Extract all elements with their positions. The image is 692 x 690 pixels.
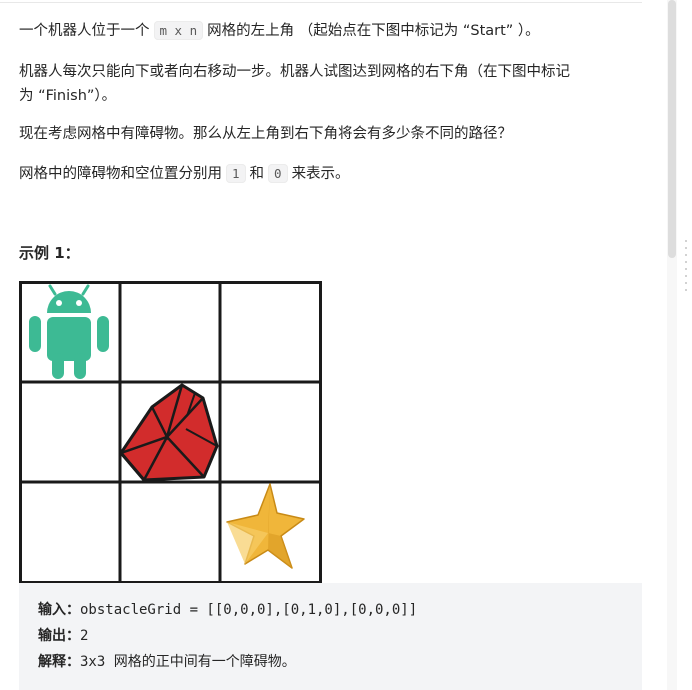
text: 和 [249,166,265,182]
description-paragraph-2: 机器人每次只能向下或者向右移动一步。机器人试图达到网格的右下角（在下图中标记为 … [19,60,570,108]
panel-resize-handle[interactable] [684,240,688,300]
text: 网格的左上角 （起始点在下图中标记为 “Start” ）。 [207,23,540,39]
output-value: 2 [80,628,89,644]
text: 一个机器人位于一个 [19,23,150,39]
description-paragraph-3: 现在考虑网格中有障碍物。那么从左上角到右下角将会有多少条不同的路径？ [19,126,512,142]
inline-code-1: 1 [226,164,246,183]
text-line-2: 为 “Finish”）。 [19,88,117,104]
grid-illustration [19,281,322,583]
text: 来表示。 [291,166,350,182]
input-value: obstacleGrid = [[0,0,0],[0,1,0],[0,0,0]] [80,602,418,618]
description-paragraph-1: 一个机器人位于一个 m x n 网格的左上角 （起始点在下图中标记为 “Start”… [19,19,540,43]
example-output-line: 输出：2 [38,623,642,649]
explain-value: 3x3 网格的正中间有一个障碍物。 [80,654,296,670]
input-label: 输入： [38,602,80,618]
explain-label: 解释： [38,654,80,670]
inline-code-mxn: m x n [153,21,204,40]
text: 网格中的障碍物和空位置分别用 [19,166,222,182]
example-explain-line: 解释：3x3 网格的正中间有一个障碍物。 [38,649,642,675]
example-input-line: 输入：obstacleGrid = [[0,0,0],[0,1,0],[0,0,… [38,597,642,623]
top-divider [0,2,642,3]
description-paragraph-4: 网格中的障碍物和空位置分别用 1 和 0 来表示。 [19,162,350,186]
grid-svg [19,281,322,583]
output-label: 输出： [38,628,80,644]
inline-code-0: 0 [268,164,288,183]
scrollbar-thumb[interactable] [668,0,676,258]
example-box: 输入：obstacleGrid = [[0,0,0],[0,1,0],[0,0,… [19,583,642,690]
text-line-1: 机器人每次只能向下或者向右移动一步。机器人试图达到网格的右下角（在下图中标记 [19,64,570,80]
example-heading: 示例 1： [19,244,80,262]
